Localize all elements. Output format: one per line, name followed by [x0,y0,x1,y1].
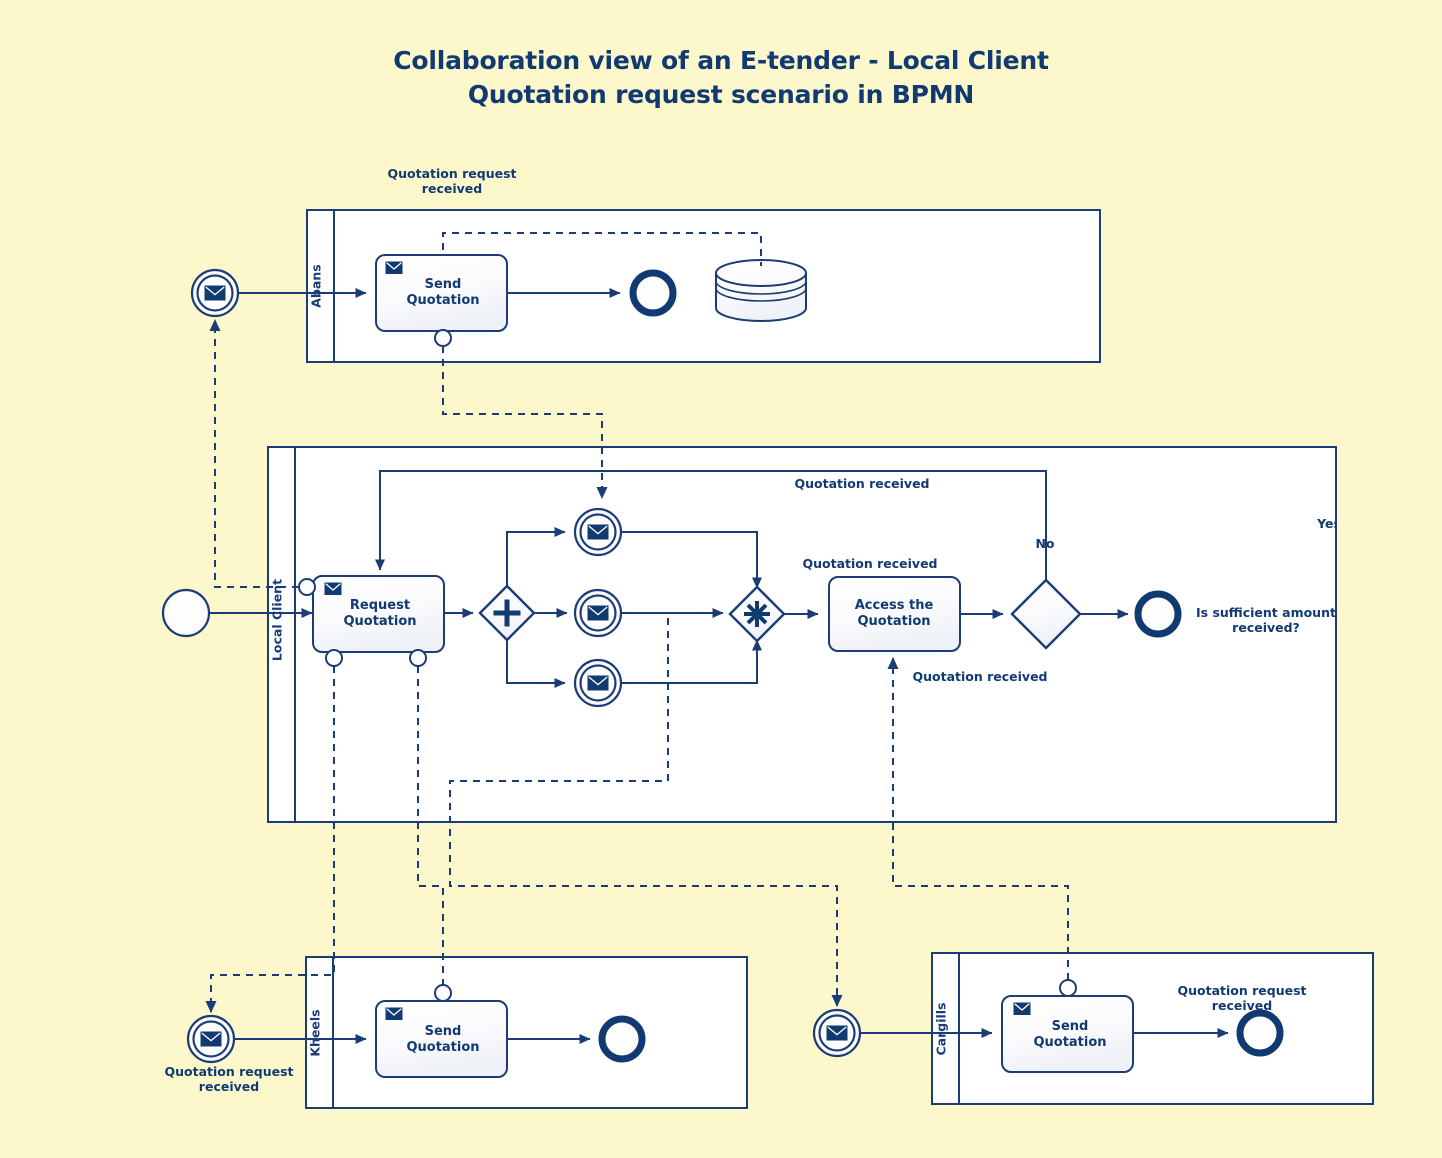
task-request-quotation[interactable]: Request Quotation [312,575,445,653]
task-label-line2: Quotation [406,1040,479,1055]
envelope-icon [385,1007,403,1020]
cargills-message-start-event[interactable] [812,1008,862,1058]
envelope-icon [826,1025,848,1041]
label-question-line1: Is sufficient amount [1196,605,1336,620]
task-label-line2: Quotation [406,293,479,308]
kheels-end-event[interactable] [598,1015,646,1063]
envelope-icon [1013,1002,1031,1015]
label-no: No [1035,536,1054,551]
intermediate-message-event-mid[interactable] [573,588,623,638]
lane-label-kheels: Kheels [308,1009,323,1056]
cargills-end-label-line2: received [1212,998,1272,1013]
cargills-end-event[interactable] [1236,1009,1284,1057]
abans-end-event[interactable] [629,269,677,317]
kheels-start-label-line1: Quotation request [164,1064,293,1079]
data-store-icon [715,259,807,322]
boundary-event-kheels-task[interactable] [434,984,452,1002]
boundary-event-abans-task[interactable] [434,329,452,347]
task-access-the-quotation[interactable]: Access the Quotation [828,576,961,652]
task-cargills-send-quotation[interactable]: Send Quotation [1001,995,1134,1073]
pool-cargills: Cargills [931,952,1374,1105]
boundary-event-request-quotation-bottom-2[interactable] [409,649,427,667]
task-label-line1: Access the [855,598,934,613]
task-label-line1: Send [425,1024,462,1039]
abans-message-start-event[interactable] [190,268,240,318]
envelope-icon [587,675,609,691]
task-label-line2: Quotation [1033,1035,1106,1050]
lane-label-cargills: Cargills [934,1002,949,1055]
label-yes: Yes [1316,516,1341,531]
diagram-canvas: Collaboration view of an E-tender - Loca… [0,0,1442,1158]
intermediate-message-event-top[interactable] [573,507,623,557]
local-client-start-event[interactable] [161,588,211,638]
label-quotation-received-mid: Quotation received [802,556,937,571]
envelope-icon [587,605,609,621]
kheels-start-label-line2: received [199,1079,259,1094]
lane-label-abans: Abans [309,264,324,307]
envelope-icon [587,524,609,540]
abans-start-event-label-line2: received [422,181,482,196]
task-abans-send-quotation[interactable]: Send Quotation [375,254,508,332]
label-question-line2: received? [1232,620,1300,635]
boundary-event-cargills-task[interactable] [1059,979,1077,997]
label-quotation-received-top: Quotation received [794,476,929,491]
lane-label-local-client: Local Client [270,579,285,661]
cargills-end-label-line1: Quotation request [1177,983,1306,998]
task-kheels-send-quotation[interactable]: Send Quotation [375,1000,508,1078]
task-label-line2: Quotation [343,614,416,629]
pool-kheels-rect [305,956,748,1109]
task-label-line1: Send [1052,1019,1089,1034]
envelope-icon [200,1031,222,1047]
pool-kheels: Kheels [305,956,748,1109]
task-label-line2: Quotation [857,614,930,629]
envelope-icon [204,285,226,301]
label-quotation-received-bottom: Quotation received [912,669,1047,684]
abans-start-event-label-line1: Quotation request [387,166,516,181]
envelope-icon [385,261,403,274]
task-label-line1: Send [425,277,462,292]
boundary-event-request-quotation-bottom-1[interactable] [325,649,343,667]
pool-cargills-rect [931,952,1374,1105]
local-client-end-event[interactable] [1134,590,1182,638]
intermediate-message-event-bottom[interactable] [573,658,623,708]
kheels-message-start-event[interactable] [186,1014,236,1064]
task-label-line1: Request [350,598,410,613]
boundary-event-request-quotation-left[interactable] [298,578,316,596]
envelope-icon [324,582,342,595]
bpmn-diagram: Abans Quotation request received Send Qu… [161,166,1374,1109]
